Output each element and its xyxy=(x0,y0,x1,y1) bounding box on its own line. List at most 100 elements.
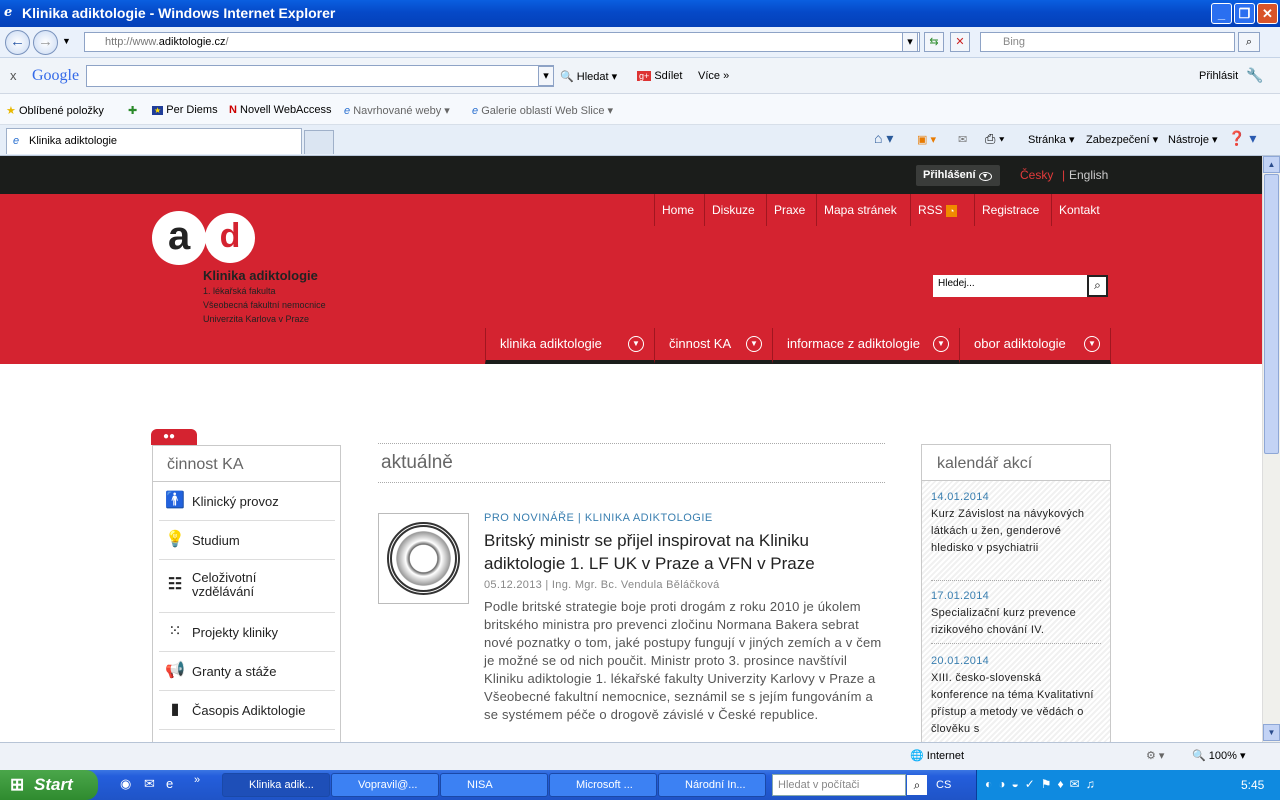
maximize-button[interactable]: ❐ xyxy=(1234,3,1255,24)
article-category[interactable]: PRO NOVINÁŘE | KLINIKA ADIKTOLOGIE xyxy=(484,512,713,524)
page-menu[interactable]: Stránka ▾ xyxy=(1028,133,1075,146)
fav-suggested-sites[interactable]: e Navrhované weby ▾ xyxy=(344,104,450,117)
taskbar-search-input[interactable]: Hledat v počítači xyxy=(772,774,906,796)
clock[interactable]: 5:45 xyxy=(1241,778,1264,792)
toplink-mapa[interactable]: Mapa stránek xyxy=(816,194,904,226)
mail-icon[interactable]: ✉ xyxy=(958,133,967,146)
nav-klinika-adiktologie[interactable]: klinika adiktologie ▼ xyxy=(485,328,654,364)
task-nisa[interactable]: NISA xyxy=(440,773,548,797)
security-menu[interactable]: Zabezpečení ▾ xyxy=(1086,133,1158,146)
quicklaunch-more-icon[interactable]: » xyxy=(194,774,200,786)
toplink-praxe[interactable]: Praxe xyxy=(766,194,812,226)
start-button[interactable]: ⊞ Start xyxy=(0,770,98,800)
close-toolbar-icon[interactable]: x xyxy=(10,68,17,83)
fav-novell[interactable]: N Novell WebAccess xyxy=(229,104,332,116)
search-input[interactable]: Bing xyxy=(980,32,1235,52)
site-search-icon[interactable]: ⌕ xyxy=(1087,275,1108,297)
new-tab-button[interactable] xyxy=(304,130,334,154)
fav-webslice-label: Galerie oblastí Web Slice xyxy=(481,105,605,117)
task-mail[interactable]: Vopravil@... xyxy=(331,773,439,797)
sidebar-tab-dots: ●● xyxy=(151,429,197,445)
calendar-event[interactable]: 20.01.2014 XIII. česko-slovenská konfere… xyxy=(931,653,1101,742)
logo-title[interactable]: Klinika adiktologie xyxy=(203,268,318,283)
more-button[interactable]: Více » xyxy=(698,70,729,82)
event-text: Kurz Závislost na návykových látkách u ž… xyxy=(931,508,1085,554)
search-icon[interactable]: ⌕ xyxy=(1238,32,1260,52)
nav-obor[interactable]: obor adiktologie ▼ xyxy=(959,328,1111,364)
tray-icons[interactable]: ◐◑◒✓⚑♦✉♫ xyxy=(985,777,1101,791)
zoom-control[interactable]: 🔍 100% ▾ xyxy=(1192,749,1245,762)
nav-cinnost-ka[interactable]: činnost KA ▼ xyxy=(654,328,772,364)
calendar-box: kalendář akcí 14.01.2014 Kurz Závislost … xyxy=(921,444,1111,742)
task-ie[interactable]: Klinika adik... xyxy=(222,773,330,797)
tools-menu[interactable]: Nástroje ▾ xyxy=(1168,133,1218,146)
article-thumbnail[interactable] xyxy=(378,513,469,604)
add-favorite-icon[interactable]: ✚ xyxy=(128,104,137,117)
toplink-diskuze[interactable]: Diskuze xyxy=(704,194,762,226)
calendar-event[interactable]: 14.01.2014 Kurz Závislost na návykových … xyxy=(931,489,1101,581)
scroll-up-icon[interactable]: ▲ xyxy=(1263,156,1280,173)
toplink-kontakt[interactable]: Kontakt xyxy=(1051,194,1107,226)
lang-czech[interactable]: Česky xyxy=(1020,168,1053,182)
rss-icon[interactable]: ▣ ▾ xyxy=(917,133,936,146)
task-microsoft[interactable]: Microsoft ... xyxy=(549,773,657,797)
quicklaunch-firefox-icon[interactable]: ◉ xyxy=(120,776,131,792)
scroll-down-icon[interactable]: ▼ xyxy=(1263,724,1280,741)
window-titlebar[interactable]: e Klinika adiktologie - Windows Internet… xyxy=(0,0,1280,27)
sidebar-item-celozivotni[interactable]: ☷ Celoživotní vzdělávání xyxy=(159,560,335,613)
sidebar-item-projekty[interactable]: ⁙ Projekty kliniky xyxy=(159,613,335,652)
nav-informace[interactable]: informace z adiktologie ▼ xyxy=(772,328,959,364)
close-button[interactable]: ✕ xyxy=(1257,3,1278,24)
page-menu-label: Stránka xyxy=(1028,134,1066,146)
sidebar-item-casopis[interactable]: ▮ Časopis Adiktologie xyxy=(159,691,335,730)
help-icon[interactable]: ❓ ▾ xyxy=(1228,130,1256,147)
wrench-icon[interactable]: 🔧 xyxy=(1246,67,1263,84)
sidebar-item-studium[interactable]: 💡 Studium xyxy=(159,521,335,560)
print-icon[interactable]: ⎙ ▾ xyxy=(985,131,1004,147)
favorites-button[interactable]: ★ Oblíbené položky xyxy=(6,104,104,117)
sidebar-item-granty[interactable]: 📢 Granty a stáže xyxy=(159,652,335,691)
home-icon[interactable]: ⌂ ▾ xyxy=(874,130,893,147)
toplink-registrace[interactable]: Registrace xyxy=(974,194,1046,226)
lang-english[interactable]: English xyxy=(1069,168,1108,182)
refresh-icon[interactable]: ⇆ xyxy=(924,32,944,52)
nav-label: klinika adiktologie xyxy=(500,336,602,351)
history-dropdown-icon[interactable]: ▼ xyxy=(62,36,71,46)
event-text: Specializační kurz prevence rizikového c… xyxy=(931,607,1077,636)
article-title[interactable]: Britský ministr se přijel inspirovat na … xyxy=(484,529,884,575)
taskbar-search-icon[interactable]: ⌕ xyxy=(907,775,927,795)
sidebar-item-klinicky-provoz[interactable]: 🚹 Klinický provoz xyxy=(159,482,335,521)
page-scrollbar[interactable]: ▲ ▼ xyxy=(1262,156,1280,742)
forward-button[interactable]: → xyxy=(33,30,58,55)
megaphone-icon: 📢 xyxy=(165,662,185,679)
address-input[interactable]: http://www.adiktologie.cz/ xyxy=(84,32,920,52)
google-dropdown-icon[interactable]: ▾ xyxy=(538,66,554,86)
ie-icon: e xyxy=(4,5,13,20)
toplink-rss[interactable]: RSS ◔ xyxy=(910,194,974,226)
calendar-event[interactable]: 17.01.2014 Specializační kurz prevence r… xyxy=(931,588,1101,644)
login-button[interactable]: Přihlášení ▼ xyxy=(916,165,1000,186)
site-search-input[interactable]: Hledej... xyxy=(933,275,1088,297)
google-logo: Google xyxy=(32,67,79,85)
tab-klinika-adiktologie[interactable]: e Klinika adiktologie xyxy=(6,128,302,154)
fav-web-slice[interactable]: e Galerie oblastí Web Slice ▾ xyxy=(472,104,613,117)
toplink-home[interactable]: Home xyxy=(654,194,701,226)
google-signin-button[interactable]: Přihlásit xyxy=(1199,70,1238,82)
scroll-thumb[interactable] xyxy=(1264,174,1279,454)
fav-per-diems[interactable]: ★ Per Diems xyxy=(152,104,218,116)
minimize-button[interactable]: _ xyxy=(1211,3,1232,24)
language-indicator[interactable]: CS xyxy=(936,779,951,791)
protected-mode-icon[interactable]: ⚙ ▾ xyxy=(1146,749,1164,762)
stop-icon[interactable]: ✕ xyxy=(950,32,970,52)
task-narodni[interactable]: Národní In... xyxy=(658,773,766,797)
address-dropdown-icon[interactable]: ▾ xyxy=(902,32,918,52)
share-button[interactable]: g+ Sdílet xyxy=(637,70,682,82)
logo-sub-1: 1. lékařská fakulta xyxy=(203,286,276,296)
back-button[interactable]: ← xyxy=(5,30,30,55)
security-menu-label: Zabezpečení xyxy=(1086,134,1150,146)
logo-sub-3: Univerzita Karlova v Praze xyxy=(203,314,310,324)
google-search-button[interactable]: 🔍 Hledat ▾ xyxy=(560,70,617,83)
google-search-input[interactable] xyxy=(86,65,554,87)
quicklaunch-ie-icon[interactable]: e xyxy=(166,776,173,791)
quicklaunch-outlook-icon[interactable]: ✉ xyxy=(144,776,155,792)
